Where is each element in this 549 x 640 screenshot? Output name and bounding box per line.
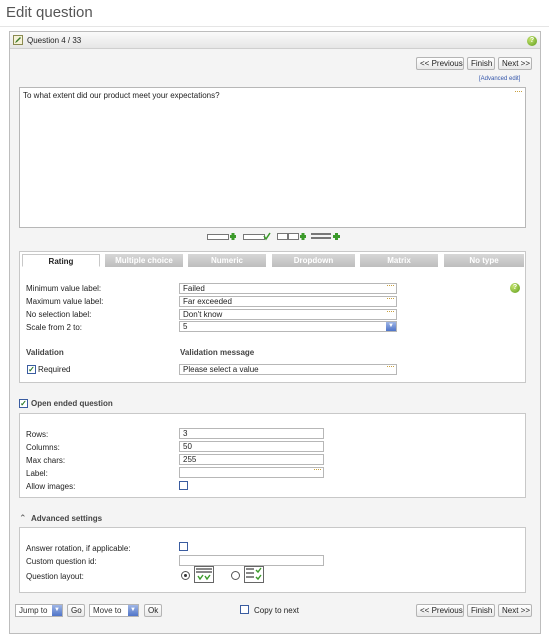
min-value-label: Minimum value label: xyxy=(26,284,102,293)
chevron-down-icon: ▼ xyxy=(52,605,62,616)
tab-multiple-choice[interactable]: Multiple choice xyxy=(105,254,183,267)
max-value-input[interactable]: Far exceeded xyxy=(179,296,397,307)
columns-input[interactable]: 50 xyxy=(179,441,324,452)
layout-horizontal-icon[interactable] xyxy=(194,566,214,583)
layout-2-radio[interactable] xyxy=(231,571,240,580)
layout-1-radio[interactable] xyxy=(181,571,190,580)
tab-numeric[interactable]: Numeric xyxy=(188,254,266,267)
validation-message-input[interactable]: Please select a value xyxy=(179,364,397,375)
copy-to-next-checkbox[interactable] xyxy=(240,605,249,614)
min-value-input[interactable]: Failed xyxy=(179,283,397,294)
open-ended-heading: Open ended question xyxy=(31,399,113,408)
title-divider xyxy=(0,26,549,27)
edit-pencil-icon xyxy=(13,35,23,45)
jump-to-select[interactable]: Jump to ▼ xyxy=(15,604,63,617)
finish-button-top[interactable]: Finish xyxy=(467,57,495,70)
advanced-heading: Advanced settings xyxy=(31,514,103,523)
tab-rating[interactable]: Rating xyxy=(22,254,100,267)
validation-message-heading: Validation message xyxy=(180,348,255,357)
rotation-checkbox[interactable] xyxy=(179,542,188,551)
insert-validated-field-icon[interactable] xyxy=(243,232,271,241)
allow-images-label: Allow images: xyxy=(26,482,76,491)
no-selection-input[interactable]: Don't know xyxy=(179,309,397,320)
rows-label: Rows: xyxy=(26,430,49,439)
question-counter: Question 4 / 33 xyxy=(27,36,82,45)
rows-input[interactable]: 3 xyxy=(179,428,324,439)
help-icon[interactable]: ? xyxy=(527,36,537,46)
tab-matrix[interactable]: Matrix xyxy=(360,254,438,267)
max-chars-input[interactable]: 255 xyxy=(179,454,324,465)
label-input[interactable] xyxy=(179,467,324,478)
question-text-area[interactable]: To what extent did our product meet your… xyxy=(19,87,526,228)
previous-button-bottom[interactable]: << Previous xyxy=(416,604,464,617)
layout-vertical-icon[interactable] xyxy=(244,566,264,583)
panel-header: Question 4 / 33 ? xyxy=(10,32,540,49)
rating-help-icon[interactable]: ? xyxy=(510,283,520,293)
scale-label: Scale from 2 to: xyxy=(26,323,83,332)
custom-id-label: Custom question id: xyxy=(26,557,97,566)
chevron-down-icon: ▼ xyxy=(386,322,396,331)
required-label: Required xyxy=(38,365,71,374)
question-text[interactable]: To what extent did our product meet your… xyxy=(23,91,220,100)
scale-select[interactable]: 5 ▼ xyxy=(179,321,397,332)
label-label: Label: xyxy=(26,469,48,478)
columns-label: Columns: xyxy=(26,443,60,452)
copy-to-next-label: Copy to next xyxy=(254,606,299,615)
layout-label: Question layout: xyxy=(26,572,84,581)
tab-dropdown[interactable]: Dropdown xyxy=(272,254,355,267)
advanced-edit-link[interactable]: [Advanced edit] xyxy=(479,76,520,82)
allow-images-checkbox[interactable] xyxy=(179,481,188,490)
next-button-top[interactable]: Next >> xyxy=(498,57,532,70)
previous-button-top[interactable]: << Previous xyxy=(416,57,464,70)
chevron-up-double-icon[interactable]: ⌃ xyxy=(19,513,27,524)
max-value-label: Maximum value label: xyxy=(26,297,104,306)
open-ended-checkbox[interactable]: ✓ xyxy=(19,399,28,408)
go-button[interactable]: Go xyxy=(67,604,85,617)
finish-button-bottom[interactable]: Finish xyxy=(467,604,495,617)
move-to-select[interactable]: Move to ▼ xyxy=(89,604,139,617)
insert-list-icon[interactable] xyxy=(311,232,341,241)
chevron-down-icon: ▼ xyxy=(128,605,138,616)
validation-heading: Validation xyxy=(26,348,64,357)
required-checkbox[interactable]: ✓ xyxy=(27,365,36,374)
resize-dots-icon xyxy=(515,91,522,94)
insert-field-icon[interactable] xyxy=(207,232,237,241)
custom-id-input[interactable] xyxy=(179,555,324,566)
max-chars-label: Max chars: xyxy=(26,456,66,465)
tab-no-type[interactable]: No type xyxy=(444,254,524,267)
page-title: Edit question xyxy=(6,4,93,21)
no-selection-label: No selection label: xyxy=(26,310,92,319)
rotation-label: Answer rotation, if applicable: xyxy=(26,544,131,553)
next-button-bottom[interactable]: Next >> xyxy=(498,604,532,617)
insert-columns-icon[interactable] xyxy=(277,232,307,241)
ok-button[interactable]: Ok xyxy=(144,604,162,617)
